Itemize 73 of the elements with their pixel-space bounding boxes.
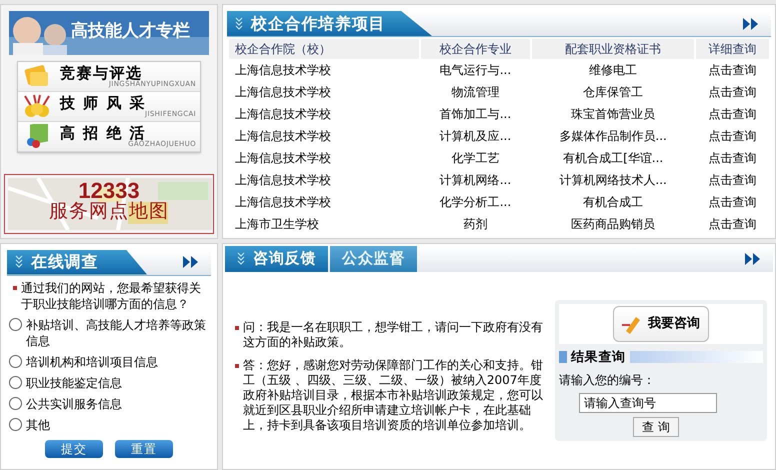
radio-button[interactable] xyxy=(9,354,22,368)
table-cell-text: 上海信息技术学校 xyxy=(234,150,332,167)
radio-button[interactable] xyxy=(9,418,22,430)
query-link[interactable]: 点击查询 xyxy=(696,191,769,213)
table-cell-text: 药剂 xyxy=(462,216,488,233)
survey-option[interactable]: 其他 xyxy=(9,416,209,432)
chevrons-icon xyxy=(237,252,245,266)
table-cell-text: 上海信息技术学校 xyxy=(234,172,332,189)
query-link[interactable]: 点击查询 xyxy=(696,213,769,235)
column-header: 配套职业资格证书 xyxy=(532,39,694,59)
table-cell-text: 计算机及应... xyxy=(438,128,512,145)
answer-text: 答：您好，感谢您对劳动保障部门工作的关心和支持。钳工（五级 、四级、三级、二级、一级）被纳入2007年度政府补贴培训目录，根据本市补贴培训政策规定，您可以就近到区县职业介绍所申请建立培训帐户卡，在此基础上，持卡到具备该项目培训资质的培训单位参加培训。 xyxy=(243,358,544,432)
medals-icon xyxy=(22,94,52,120)
radio-button[interactable] xyxy=(9,318,22,330)
form-button[interactable]: 提交 xyxy=(45,440,103,458)
bullet-icon xyxy=(235,326,239,330)
query-link[interactable]: 点击查询 xyxy=(696,125,769,147)
id-label: 请输入您的编号： xyxy=(559,372,656,389)
table-cell-text: 有机合成工[华谊... xyxy=(562,150,664,167)
table-cell-text: 计算机网络... xyxy=(438,172,512,189)
survey-option[interactable]: 补贴培训、高技能人才培养等政策信息 xyxy=(9,316,209,348)
column-header: 校企合作院（校） xyxy=(229,39,419,59)
search-button[interactable]: 查 询 xyxy=(633,417,679,437)
query-link[interactable]: 点击查询 xyxy=(696,59,769,81)
table-cell-text: 上海信息技术学校 xyxy=(234,194,332,211)
more-arrows-icon[interactable] xyxy=(183,256,199,268)
table-cell-text: 上海信息技术学校 xyxy=(234,62,332,79)
tab[interactable]: 咨询反馈 xyxy=(225,246,328,272)
table-cell-text: 仓库保管工 xyxy=(582,84,644,101)
ask-button[interactable]: 我要咨询 xyxy=(613,306,709,342)
table-cell-text: 上海信息技术学校 xyxy=(234,128,332,145)
survey-question: 通过我们的网站，您最希望获得关于职业技能培训哪方面的信息？ xyxy=(21,280,202,312)
map-title: 服务网点地图 xyxy=(49,202,169,220)
table-cell-text: 上海信息技术学校 xyxy=(234,106,332,123)
column-header: 详细查询 xyxy=(696,39,769,59)
survey-option[interactable]: 培训机构和培训项目信息 xyxy=(9,354,209,370)
table-cell-text: 珠宝首饰营业员 xyxy=(570,106,656,123)
radio-button[interactable] xyxy=(9,396,22,410)
bullet-icon xyxy=(235,364,239,368)
query-field[interactable]: 请输入查询号 xyxy=(579,393,717,413)
survey-option[interactable]: 职业技能鉴定信息 xyxy=(9,374,209,390)
survey-option[interactable]: 公共实训服务信息 xyxy=(9,396,209,412)
query-link[interactable]: 点击查询 xyxy=(696,103,769,125)
query-link[interactable]: 点击查询 xyxy=(696,169,769,191)
map-banner[interactable]: 12333 服务网点地图 xyxy=(4,174,214,234)
form-button[interactable]: 重置 xyxy=(115,440,173,458)
more-arrows-icon[interactable] xyxy=(745,252,761,264)
more-arrows-icon[interactable] xyxy=(743,18,759,30)
section-title: 在线调查 xyxy=(31,251,98,273)
chevrons-icon xyxy=(15,255,23,269)
table-cell-text: 化学工艺 xyxy=(450,150,500,167)
radio-button[interactable] xyxy=(9,376,22,388)
bullet-icon xyxy=(13,286,17,290)
table-cell-text: 多媒体作品制作员... xyxy=(558,128,668,145)
table-cell-text: 物流管理 xyxy=(450,84,500,101)
column-header: 校企合作专业 xyxy=(421,39,530,59)
table-cell-text: 维修电工 xyxy=(588,62,638,79)
table-cell-text: 首饰加工与... xyxy=(438,106,512,123)
query-link[interactable]: 点击查询 xyxy=(696,81,769,103)
table-cell-text: 化学分析工... xyxy=(438,194,512,211)
table-cell-text: 有机合成工 xyxy=(582,194,644,211)
table-cell-text: 上海信息技术学校 xyxy=(234,84,332,101)
query-link[interactable]: 点击查询 xyxy=(696,147,769,169)
question-text: 问：我是一名在职职工，想学钳工，请问一下政府有没有这方面的补贴政策。 xyxy=(243,320,544,350)
hotline-number: 12333 xyxy=(78,180,140,202)
result-title: 结果查询 xyxy=(571,348,626,366)
chevrons-icon xyxy=(235,16,243,30)
table-cell-text: 医药商品购销员 xyxy=(570,216,656,233)
table-cell-text: 上海市卫生学校 xyxy=(234,216,320,233)
section-title: 校企合作培养项目 xyxy=(251,12,386,34)
heading-marker xyxy=(559,351,567,364)
table-cell-text: 计算机网络技术人... xyxy=(558,172,668,189)
table-cell-text: 电气运行与... xyxy=(438,62,512,79)
